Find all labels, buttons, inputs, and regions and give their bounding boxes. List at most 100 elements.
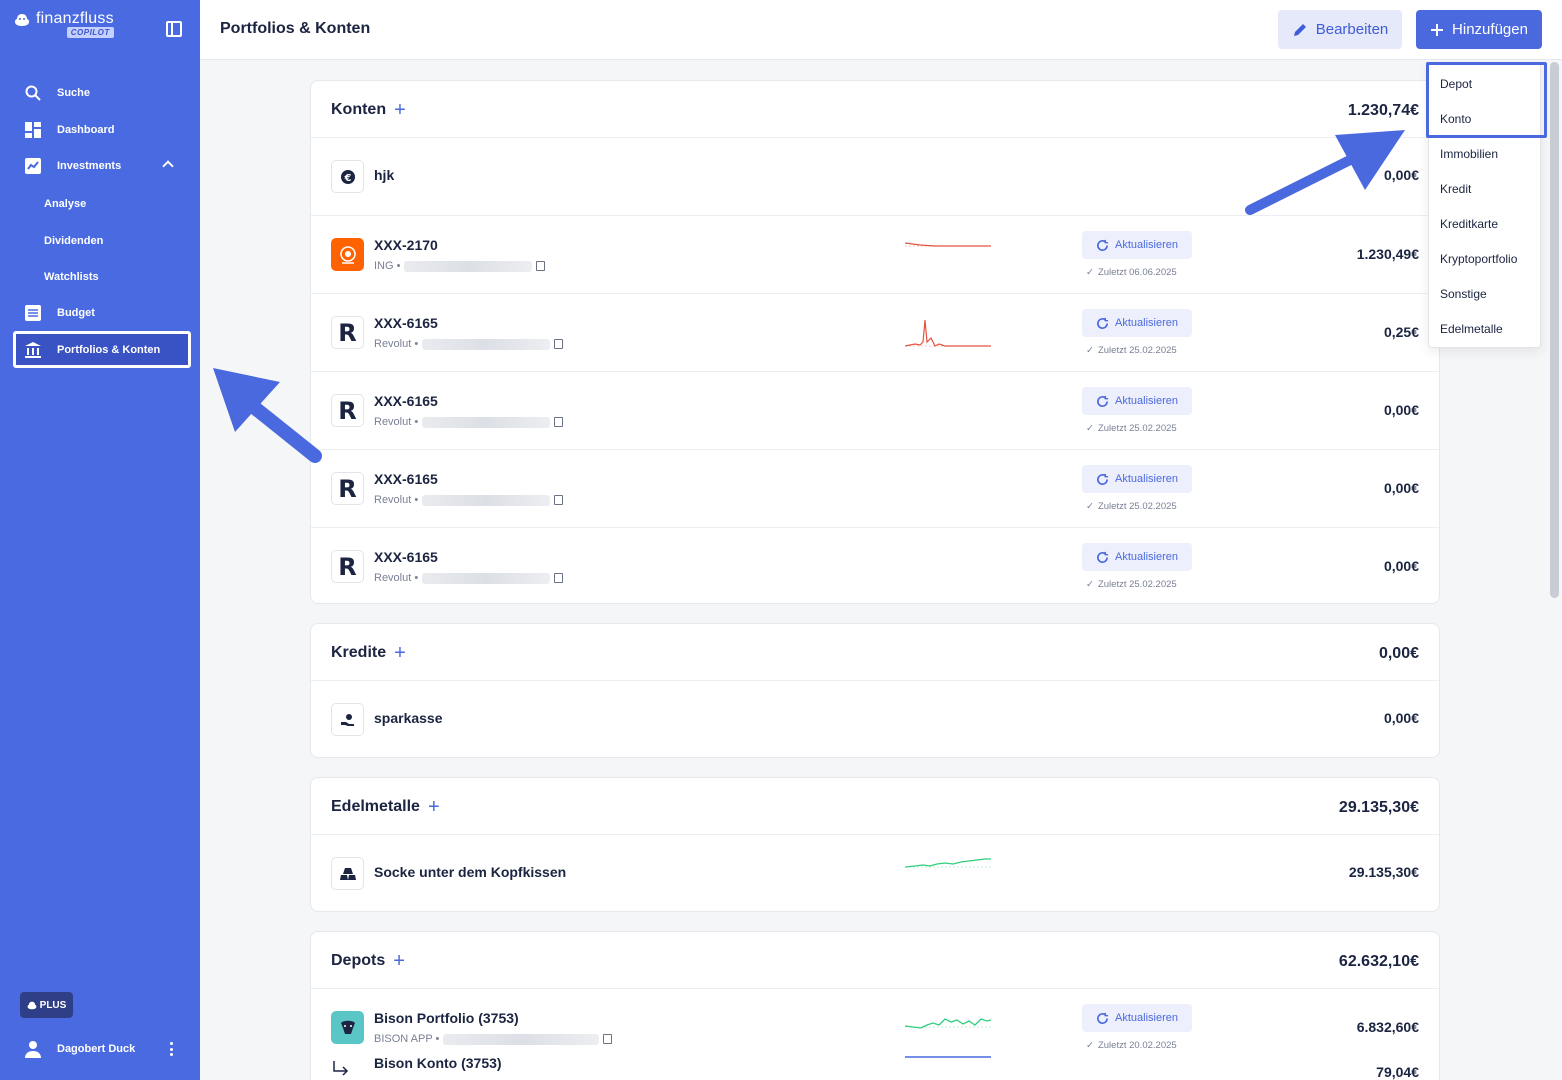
account-name: sparkasse	[374, 710, 443, 726]
refresh-button[interactable]: Aktualisieren	[1082, 1004, 1192, 1032]
sidebar-item-analyse[interactable]: Analyse	[44, 198, 86, 210]
account-amount: 6.832,60€	[1356, 1019, 1419, 1035]
card-total: 29.135,30€	[1338, 799, 1419, 816]
page-title: Portfolios & Konten	[220, 20, 371, 37]
list-item[interactable]: R XXX-6165 Revolut • Aktualisieren ✓ Zule…	[311, 528, 1439, 603]
sparkline	[905, 319, 991, 347]
redacted-iban	[422, 572, 551, 584]
budget-icon	[24, 304, 42, 322]
user-profile[interactable]: Dagobert Duck	[24, 1038, 184, 1060]
bank-name: Revolut •	[374, 494, 419, 506]
list-item[interactable]: Socke unter dem Kopfkissen 29.135,30€	[311, 835, 1439, 911]
card-title-label: Depots	[331, 952, 386, 969]
sidebar-item-dashboard[interactable]: Dashboard	[14, 114, 190, 146]
sidebar-item-label: Budget	[57, 307, 95, 319]
copy-icon[interactable]	[554, 573, 564, 583]
refresh-label: Aktualisieren	[1115, 317, 1178, 329]
scrollbar-thumb[interactable]	[1550, 62, 1559, 598]
more-options-icon[interactable]	[170, 1042, 174, 1056]
revolut-icon: R	[331, 550, 364, 583]
active-item-highlight	[13, 331, 191, 368]
euro-icon: €	[331, 160, 364, 193]
bank-name: ING •	[374, 260, 401, 272]
list-item[interactable]: XXX-2170 ING • Aktualisieren ✓ Zuletzt 06…	[311, 216, 1439, 294]
header: Portfolios & Konten Bearbeiten Hinzufüge…	[200, 0, 1562, 60]
menu-item-konto[interactable]: Konto	[1440, 112, 1471, 126]
list-item[interactable]: R XXX-6165 Revolut • Aktualisieren ✓ Zule…	[311, 294, 1439, 372]
sidebar-item-label: Dashboard	[57, 124, 115, 136]
bison-icon	[331, 1011, 364, 1044]
account-amount: 1.230,49€	[1356, 246, 1419, 262]
add-edelmetall-icon[interactable]: +	[428, 797, 440, 817]
account-sub: Revolut •	[374, 416, 564, 428]
loan-hand-icon	[331, 703, 364, 736]
refresh-button[interactable]: Aktualisieren	[1082, 387, 1192, 415]
redacted-iban	[443, 1033, 600, 1045]
check-icon: ✓	[1086, 267, 1094, 278]
bank-name: Revolut •	[374, 572, 419, 584]
account-sub: ING •	[374, 260, 546, 272]
sidebar-item-label: Suche	[57, 87, 91, 99]
check-icon: ✓	[1086, 501, 1094, 512]
refresh-icon	[1097, 551, 1109, 563]
account-amount: 0,00€	[1383, 167, 1419, 183]
add-konto-icon[interactable]: +	[394, 100, 406, 120]
edelmetalle-card: Edelmetalle + 29.135,30€ Socke unter dem…	[310, 777, 1440, 912]
copy-icon[interactable]	[603, 1034, 613, 1044]
menu-item-kreditkarte[interactable]: Kreditkarte	[1440, 217, 1498, 231]
brand[interactable]: finanzfluss COPILOT	[14, 10, 114, 38]
menu-item-kredit[interactable]: Kredit	[1440, 182, 1471, 196]
last-updated: ✓ Zuletzt 25.02.2025	[1086, 423, 1177, 434]
kredite-card: Kredite + 0,00€ sparkasse 0,00€	[310, 623, 1440, 758]
menu-item-depot[interactable]: Depot	[1440, 77, 1472, 91]
add-button[interactable]: Hinzufügen	[1416, 10, 1542, 49]
ing-lion-icon	[331, 238, 364, 271]
sub-account-arrow-icon	[331, 1059, 351, 1079]
sparkline	[905, 242, 991, 247]
refresh-button[interactable]: Aktualisieren	[1082, 309, 1192, 337]
copy-icon[interactable]	[554, 339, 564, 349]
check-icon: ✓	[1086, 423, 1094, 434]
plan-badge[interactable]: PLUS	[20, 992, 73, 1018]
sidebar-item-dividenden[interactable]: Dividenden	[44, 235, 103, 247]
refresh-button[interactable]: Aktualisieren	[1082, 543, 1192, 571]
menu-item-kryptoportfolio[interactable]: Kryptoportfolio	[1440, 252, 1517, 266]
annotation-arrow-left	[213, 368, 322, 463]
last-updated: ✓ Zuletzt 06.06.2025	[1086, 267, 1177, 278]
list-item[interactable]: € hjk 0,00€	[311, 138, 1439, 216]
copy-icon[interactable]	[554, 417, 564, 427]
refresh-label: Aktualisieren	[1115, 1012, 1178, 1024]
redacted-iban	[422, 338, 551, 350]
collapse-sidebar-icon[interactable]	[166, 21, 182, 37]
account-amount: 29.135,30€	[1348, 864, 1419, 880]
last-updated: ✓ Zuletzt 25.02.2025	[1086, 579, 1177, 590]
add-depot-icon[interactable]: +	[393, 951, 405, 971]
edit-button[interactable]: Bearbeiten	[1278, 10, 1402, 49]
menu-item-edelmetalle[interactable]: Edelmetalle	[1440, 322, 1503, 336]
list-item[interactable]: sparkasse 0,00€	[311, 681, 1439, 757]
sidebar-item-suche[interactable]: Suche	[14, 77, 190, 109]
sidebar-item-watchlists[interactable]: Watchlists	[44, 271, 99, 283]
add-kredit-icon[interactable]: +	[394, 643, 406, 663]
copy-icon[interactable]	[536, 261, 546, 271]
sidebar-item-budget[interactable]: Budget	[14, 297, 190, 329]
account-amount: 0,00€	[1383, 710, 1419, 726]
account-name: XXX-6165	[374, 393, 438, 409]
account-name: Bison Portfolio (3753)	[374, 1010, 519, 1026]
copy-icon[interactable]	[554, 495, 564, 505]
revolut-icon: R	[331, 394, 364, 427]
menu-item-immobilien[interactable]: Immobilien	[1440, 147, 1498, 161]
account-sub: BISON APP •	[374, 1033, 613, 1045]
card-title: Depots +	[331, 951, 405, 971]
refresh-button[interactable]: Aktualisieren	[1082, 231, 1192, 259]
card-title-label: Konten	[331, 101, 387, 118]
bank-name: Revolut •	[374, 338, 419, 350]
plus-icon	[1431, 23, 1444, 36]
refresh-button[interactable]: Aktualisieren	[1082, 465, 1192, 493]
list-item[interactable]: R XXX-6165 Revolut • Aktualisieren ✓ Zule…	[311, 450, 1439, 528]
edit-button-label: Bearbeiten	[1315, 21, 1389, 38]
menu-item-sonstige[interactable]: Sonstige	[1440, 287, 1487, 301]
list-item[interactable]: R XXX-6165 Revolut • Aktualisieren ✓ Zule…	[311, 372, 1439, 450]
list-item[interactable]: Bison Portfolio (3753) BISON APP • Aktua…	[311, 989, 1439, 1080]
card-total: 62.632,10€	[1338, 953, 1419, 970]
